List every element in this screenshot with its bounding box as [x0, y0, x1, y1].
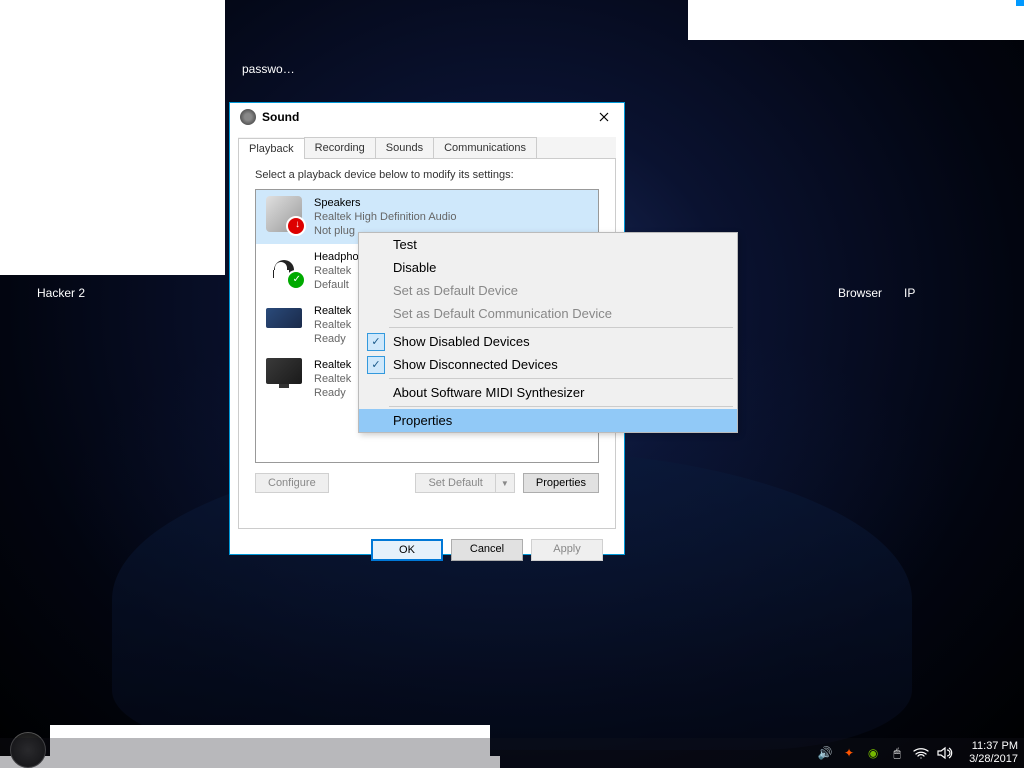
cancel-button[interactable]: Cancel [451, 539, 523, 561]
date: 3/28/2017 [969, 753, 1018, 766]
ctx-show-disconnected[interactable]: ✓ Show Disconnected Devices [359, 353, 737, 376]
set-default-button: Set Default [415, 473, 494, 493]
separator [389, 406, 733, 407]
configure-button: Configure [255, 473, 329, 493]
ok-button[interactable]: OK [371, 539, 443, 561]
clock[interactable]: 11:37 PM 3/28/2017 [969, 740, 1018, 766]
device-name: Realtek [314, 304, 351, 318]
device-box-icon [266, 308, 302, 328]
device-status: Ready [314, 332, 351, 346]
taskbar[interactable]: 🔊 ✦ ◉ 🖱 11:37 PM 3/28/2017 [0, 738, 1024, 768]
ctx-show-disabled[interactable]: ✓ Show Disabled Devices [359, 330, 737, 353]
tray-nvidia-icon[interactable]: ◉ [865, 745, 881, 761]
separator [389, 378, 733, 379]
tab-communications[interactable]: Communications [433, 137, 537, 158]
properties-button[interactable]: Properties [523, 473, 599, 493]
tab-sounds[interactable]: Sounds [375, 137, 434, 158]
occlusion-block [0, 0, 225, 275]
headphone-icon: ✓ [266, 250, 302, 286]
desktop-icon-label[interactable]: Hacker 2 [37, 286, 85, 300]
speaker-icon: ↓ [266, 196, 302, 232]
check-icon: ✓ [367, 333, 385, 351]
ctx-set-default-comm: Set as Default Communication Device [359, 302, 737, 325]
device-driver: Realtek [314, 372, 351, 386]
chevron-down-icon: ▼ [495, 473, 515, 493]
tray-volume-icon[interactable]: 🔊 [817, 745, 833, 761]
tab-playback[interactable]: Playback [238, 138, 305, 159]
device-name: Speakers [314, 196, 456, 210]
tray-device-icon[interactable]: 🖱 [889, 745, 905, 761]
desktop-icon-label[interactable]: IP [904, 286, 915, 300]
ctx-label: Show Disconnected Devices [393, 357, 558, 372]
tray-speaker-icon[interactable] [937, 745, 953, 761]
device-status: Default [314, 278, 359, 292]
titlebar[interactable]: Sound [230, 103, 624, 131]
ctx-about-midi[interactable]: About Software MIDI Synthesizer [359, 381, 737, 404]
apply-button: Apply [531, 539, 603, 561]
desktop-icon-label[interactable]: st [196, 62, 205, 76]
instruction-text: Select a playback device below to modify… [255, 169, 599, 181]
system-tray: 🔊 ✦ ◉ 🖱 11:37 PM 3/28/2017 [817, 740, 1018, 766]
separator [389, 327, 733, 328]
tab-strip: Playback Recording Sounds Communications [238, 137, 616, 159]
sound-icon [240, 109, 256, 125]
device-driver: Realtek [314, 264, 359, 278]
tab-recording[interactable]: Recording [304, 137, 376, 158]
tray-app-icon[interactable]: ✦ [841, 745, 857, 761]
ctx-properties[interactable]: Properties [359, 409, 737, 432]
occlusion-block [688, 0, 1024, 40]
ctx-set-default: Set as Default Device [359, 279, 737, 302]
desktop-icon-label[interactable]: ier [200, 77, 213, 91]
device-driver: Realtek High Definition Audio [314, 210, 456, 224]
time: 11:37 PM [969, 740, 1018, 753]
monitor-icon [266, 358, 302, 384]
ctx-label: Show Disabled Devices [393, 334, 530, 349]
desktop-icon-label[interactable]: Browser [838, 286, 882, 300]
tray-wifi-icon[interactable] [913, 745, 929, 761]
desktop-icon-label[interactable]: passwo… [242, 62, 295, 76]
desktop-icon-label[interactable]: ps [200, 192, 213, 206]
device-name: Headpho [314, 250, 359, 264]
accent [1016, 0, 1024, 6]
ctx-disable[interactable]: Disable [359, 256, 737, 279]
context-menu: Test Disable Set as Default Device Set a… [358, 232, 738, 433]
device-status: Ready [314, 386, 351, 400]
close-button[interactable] [588, 105, 620, 129]
dialog-title: Sound [262, 110, 588, 124]
device-name: Realtek [314, 358, 351, 372]
check-icon: ✓ [367, 356, 385, 374]
device-driver: Realtek [314, 318, 351, 332]
desktop-icon-label[interactable]: ra [200, 261, 211, 275]
ctx-test[interactable]: Test [359, 233, 737, 256]
close-icon [599, 112, 609, 122]
